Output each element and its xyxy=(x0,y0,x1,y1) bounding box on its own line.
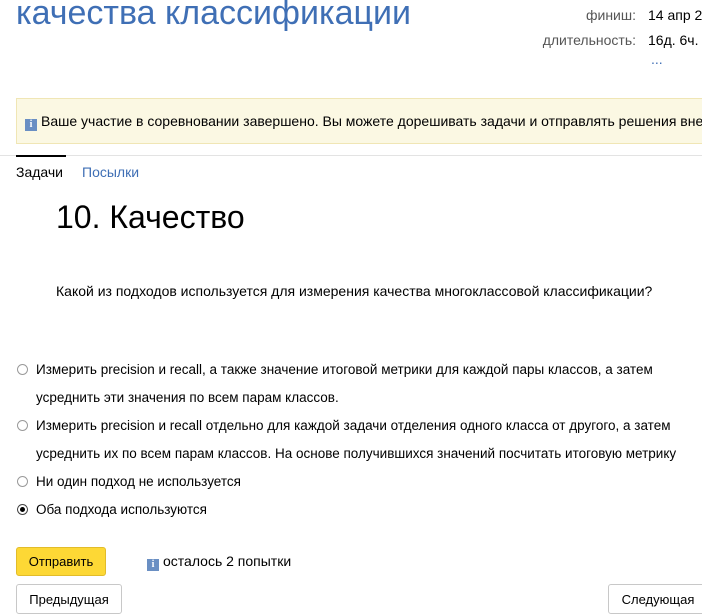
answer-option[interactable]: Измерить precision и recall, а также зна… xyxy=(16,356,702,412)
finish-label: финиш: xyxy=(585,7,636,23)
notice-text: Ваше участие в соревновании завершено. В… xyxy=(41,113,702,129)
tab-submissions[interactable]: Посылки xyxy=(82,164,139,180)
finish-value: 14 апр 2 xyxy=(648,7,702,23)
contest-finished-notice: i Ваше участие в соревновании завершено. … xyxy=(16,98,702,144)
answer-option-label: Измерить precision и recall отдельно для… xyxy=(36,418,677,461)
info-icon: i xyxy=(147,559,159,571)
problem-question: Какой из подходов используется для измер… xyxy=(56,283,653,299)
answer-options: Измерить precision и recall, а также зна… xyxy=(16,356,702,524)
answer-option[interactable]: Измерить precision и recall отдельно для… xyxy=(16,412,702,468)
attempts-remaining: i осталось 2 попытки xyxy=(147,553,291,571)
answer-option[interactable]: Оба подхода используются xyxy=(16,496,702,524)
radio-button[interactable] xyxy=(17,504,28,515)
tabs-divider xyxy=(0,155,702,156)
answer-option-label: Измерить precision и recall, а также зна… xyxy=(36,362,653,405)
attempts-text: осталось 2 попытки xyxy=(163,553,292,569)
next-button[interactable]: Следующая xyxy=(608,584,702,614)
more-link[interactable]: ... xyxy=(651,51,663,67)
duration-label: длительность: xyxy=(542,32,636,48)
contest-title: качества классификации xyxy=(16,0,411,32)
tab-problems[interactable]: Задачи xyxy=(16,164,63,180)
answer-option[interactable]: Ни один подход не используется xyxy=(16,468,702,496)
radio-button[interactable] xyxy=(17,476,28,487)
duration-value: 16д. 6ч. xyxy=(648,32,699,48)
info-icon: i xyxy=(25,119,37,131)
answer-option-label: Ни один подход не используется xyxy=(36,474,241,489)
answer-option-label: Оба подхода используются xyxy=(36,502,207,517)
radio-button[interactable] xyxy=(17,364,28,375)
submit-button[interactable]: Отправить xyxy=(16,547,106,576)
problem-title: 10. Качество xyxy=(56,199,245,235)
radio-button[interactable] xyxy=(17,420,28,431)
active-tab-indicator xyxy=(16,155,66,157)
previous-button[interactable]: Предыдущая xyxy=(16,584,122,614)
